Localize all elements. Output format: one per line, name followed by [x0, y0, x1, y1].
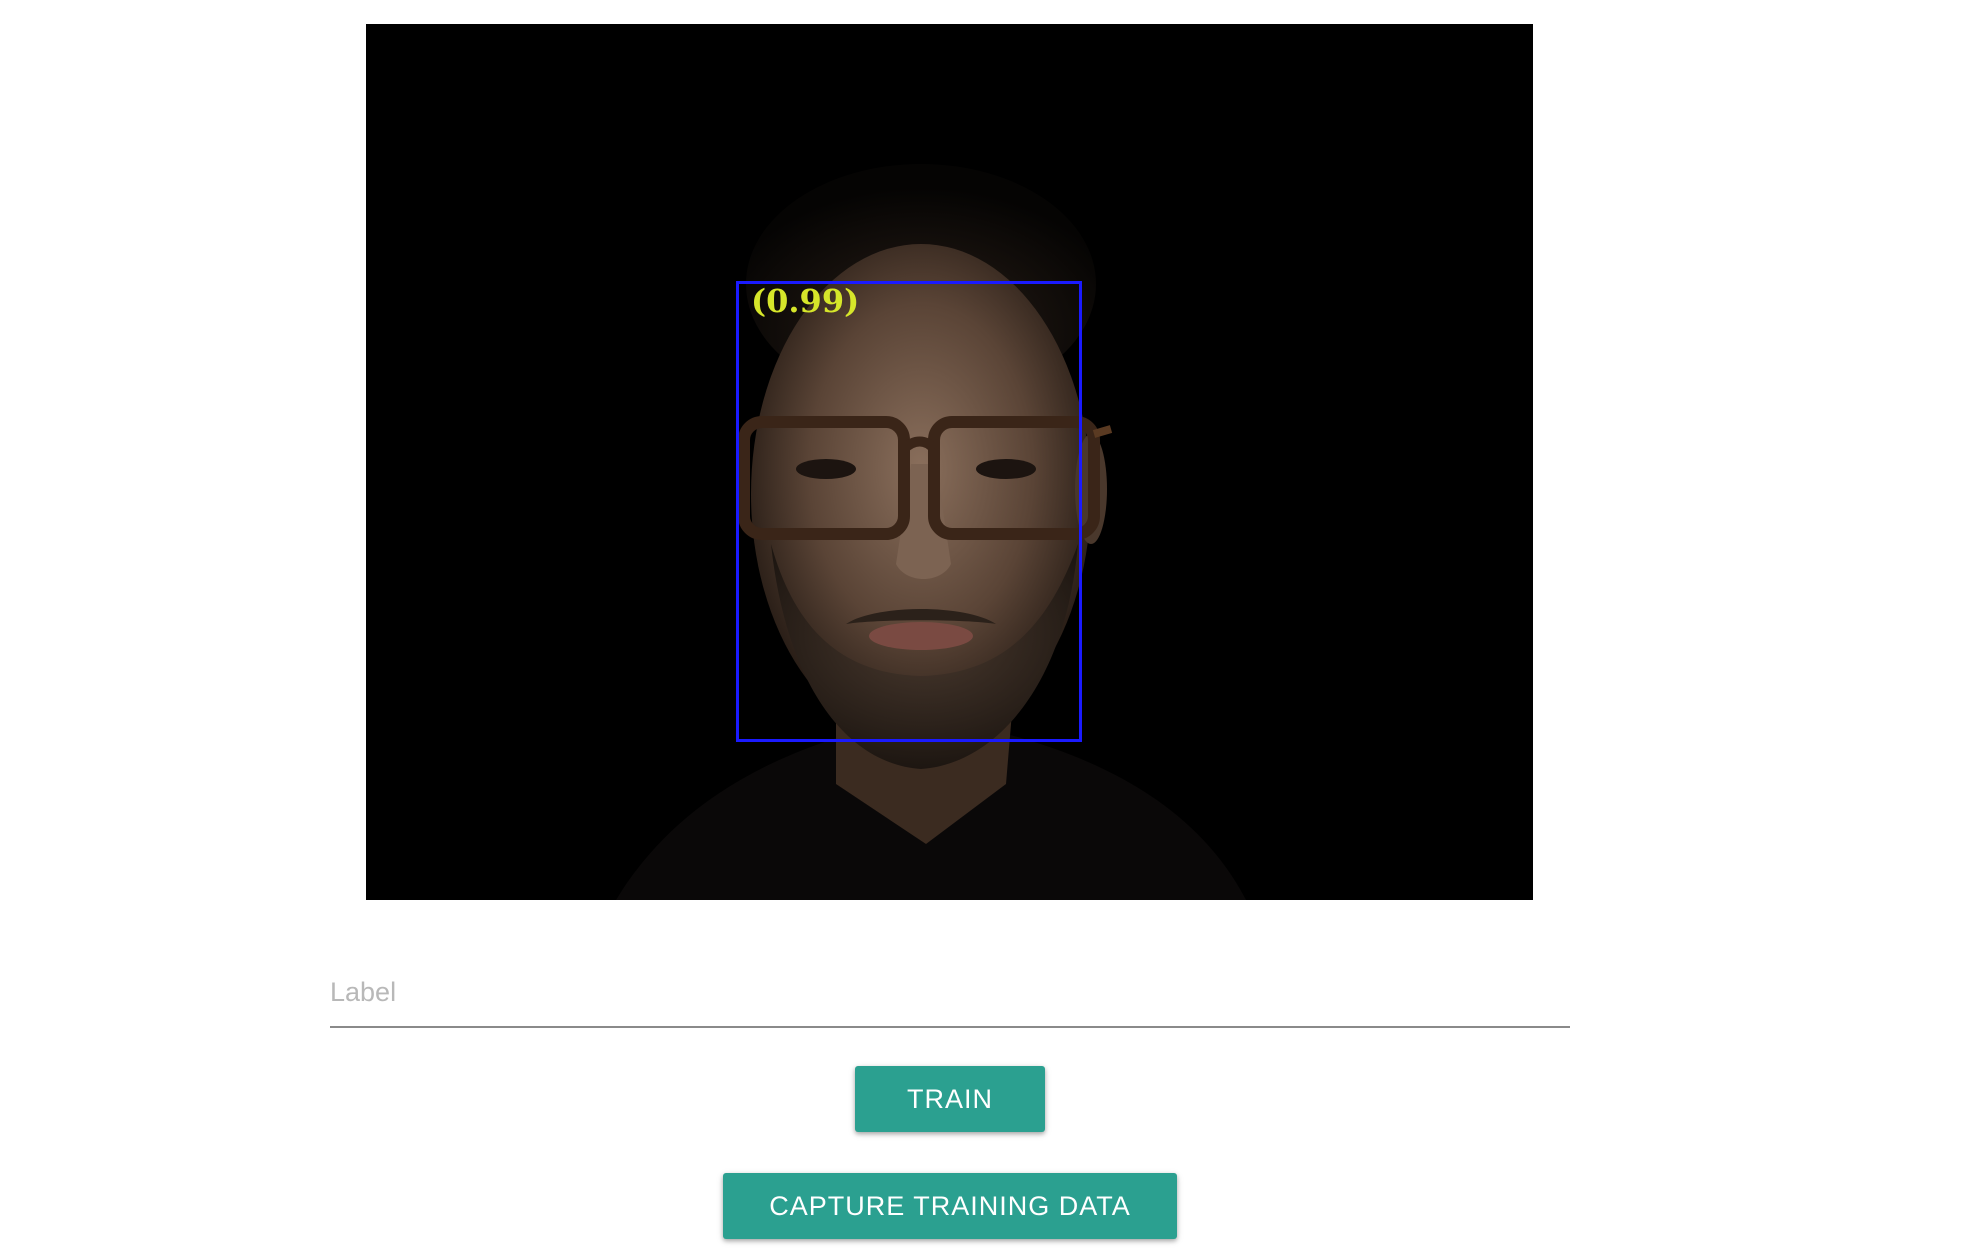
page: (0.99) TRAIN CAPTURE TRAINING DATA: [0, 0, 1972, 1260]
webcam-video-feed: (0.99): [366, 24, 1533, 900]
confidence-score: (0.99): [751, 282, 860, 320]
label-input[interactable]: [330, 958, 1570, 1028]
capture-training-data-button[interactable]: CAPTURE TRAINING DATA: [723, 1173, 1177, 1239]
face-bounding-box: [736, 281, 1082, 742]
train-button[interactable]: TRAIN: [855, 1066, 1045, 1132]
